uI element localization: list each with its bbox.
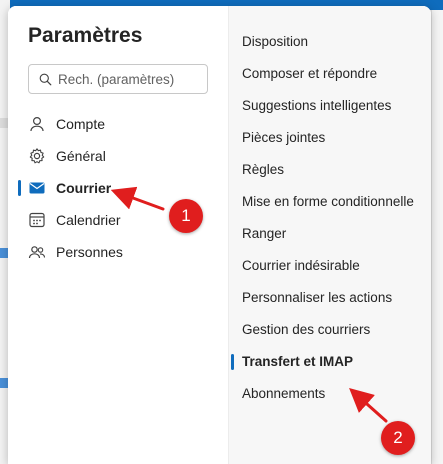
annotation-arrow-line-2 <box>349 388 388 423</box>
annotation-arrow-line-1 <box>110 186 165 211</box>
annotation-arrow-1 <box>110 186 388 423</box>
annotation-badge-1: 1 <box>169 199 203 233</box>
annotation-badge-2: 2 <box>381 421 415 455</box>
